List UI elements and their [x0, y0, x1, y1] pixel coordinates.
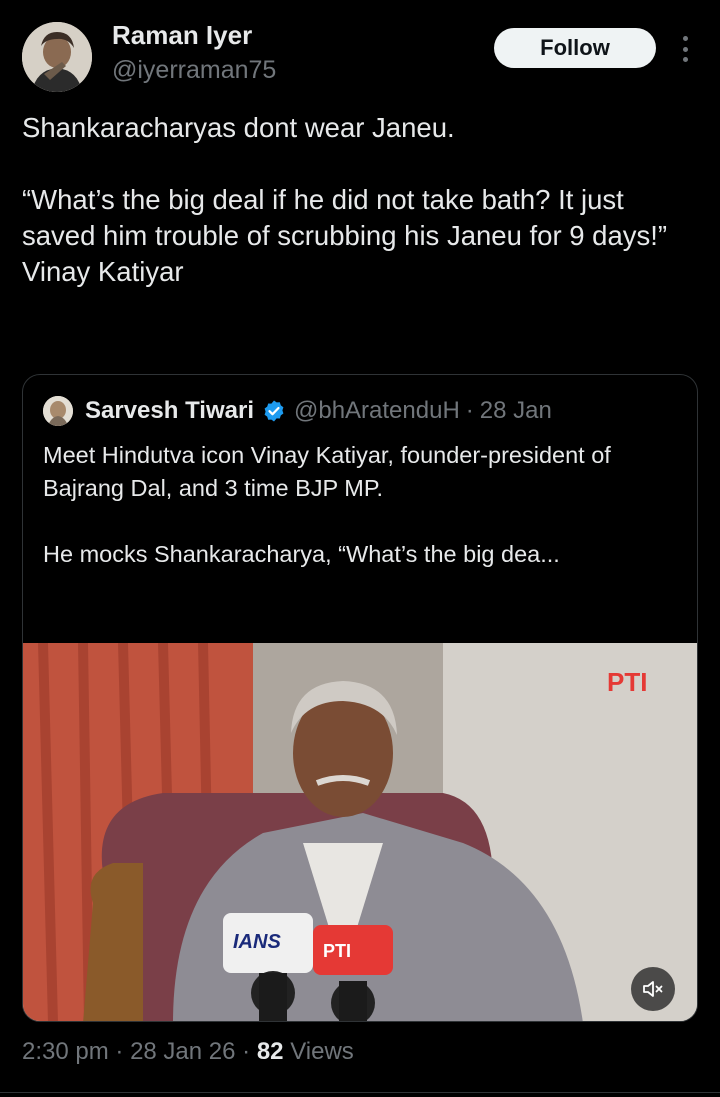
meta-separator: ·	[115, 1038, 124, 1065]
mute-button[interactable]	[631, 967, 675, 1011]
quoted-tweet-date[interactable]: 28 Jan	[480, 397, 552, 425]
tweet-date[interactable]: 28 Jan 26	[130, 1038, 235, 1065]
more-options-icon[interactable]	[672, 34, 698, 64]
quoted-author-avatar[interactable]	[43, 396, 73, 426]
tweet-header: Raman Iyer @iyerraman75 Follow	[0, 0, 720, 100]
author-handle[interactable]: @iyerraman75	[112, 56, 276, 85]
divider	[0, 1092, 720, 1093]
quoted-meta-separator: ·	[465, 397, 474, 424]
video-watermark: PTI	[607, 667, 647, 697]
verified-badge-icon	[264, 400, 284, 422]
tweet-meta: 2:30 pm · 28 Jan 26 · 82 Views	[22, 1038, 354, 1066]
quoted-author-handle[interactable]: @bhAratenduH	[294, 397, 460, 425]
follow-button[interactable]: Follow	[494, 28, 656, 68]
quoted-author-name[interactable]: Sarvesh Tiwari	[85, 397, 254, 425]
meta-separator: ·	[242, 1038, 251, 1065]
author-avatar[interactable]	[22, 22, 92, 92]
quoted-tweet-text: Meet Hindutva icon Vinay Katiyar, founde…	[43, 442, 611, 567]
mic-label-ians: IANS	[233, 931, 281, 953]
quoted-tweet[interactable]: Sarvesh Tiwari @bhAratenduH · 28 Jan Mee…	[22, 374, 698, 1022]
views-label: Views	[290, 1038, 354, 1065]
mic-label-pti: PTI	[323, 941, 351, 961]
quoted-video[interactable]: IANS PTI PTI	[23, 643, 697, 1021]
tweet-text: Shankaracharyas dont wear Janeu. “What’s…	[22, 112, 668, 287]
tweet-time[interactable]: 2:30 pm	[22, 1038, 109, 1065]
quoted-tweet-header: Sarvesh Tiwari @bhAratenduH · 28 Jan	[43, 395, 552, 427]
muted-speaker-icon	[643, 981, 663, 997]
views-count[interactable]: 82	[257, 1038, 284, 1065]
author-display-name[interactable]: Raman Iyer	[112, 20, 252, 51]
